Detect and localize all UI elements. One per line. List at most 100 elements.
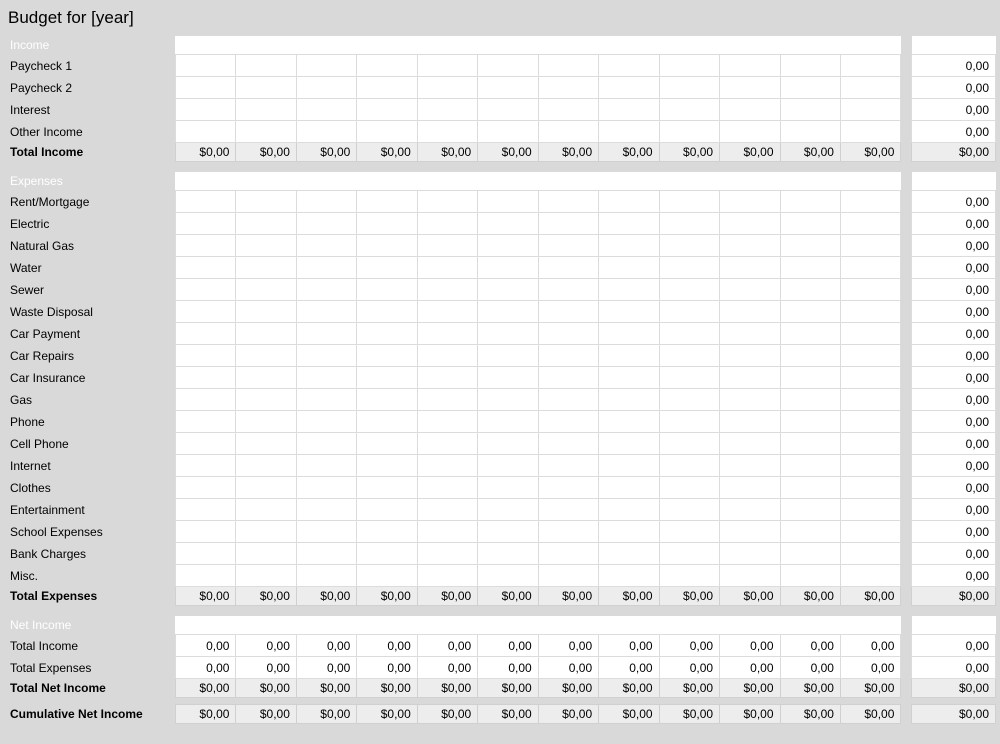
- cell[interactable]: [417, 389, 477, 411]
- cell[interactable]: [175, 191, 235, 213]
- cell[interactable]: [720, 77, 780, 99]
- cell[interactable]: [175, 301, 235, 323]
- cell[interactable]: [296, 121, 356, 143]
- cell[interactable]: [720, 345, 780, 367]
- cell[interactable]: [478, 77, 538, 99]
- cell[interactable]: [236, 455, 296, 477]
- cell[interactable]: [478, 213, 538, 235]
- cell[interactable]: [599, 279, 659, 301]
- cell[interactable]: [599, 521, 659, 543]
- cell[interactable]: [780, 455, 840, 477]
- cell[interactable]: [599, 565, 659, 587]
- cell[interactable]: [296, 301, 356, 323]
- cell[interactable]: [296, 235, 356, 257]
- cell[interactable]: [296, 77, 356, 99]
- cell[interactable]: [417, 323, 477, 345]
- cell[interactable]: [296, 257, 356, 279]
- cell[interactable]: [840, 257, 900, 279]
- cell[interactable]: [417, 367, 477, 389]
- cell[interactable]: [780, 543, 840, 565]
- cell[interactable]: [478, 499, 538, 521]
- cell[interactable]: [720, 521, 780, 543]
- cell[interactable]: [780, 213, 840, 235]
- cell[interactable]: [599, 455, 659, 477]
- cell[interactable]: [840, 235, 900, 257]
- cell[interactable]: [236, 521, 296, 543]
- cell[interactable]: [296, 367, 356, 389]
- cell[interactable]: [659, 367, 719, 389]
- cell[interactable]: [780, 345, 840, 367]
- cell[interactable]: [175, 213, 235, 235]
- cell[interactable]: [236, 55, 296, 77]
- cell[interactable]: [840, 433, 900, 455]
- cell[interactable]: [296, 477, 356, 499]
- cell[interactable]: [175, 455, 235, 477]
- cell[interactable]: [538, 433, 598, 455]
- cell[interactable]: [840, 565, 900, 587]
- cell[interactable]: [720, 121, 780, 143]
- cell[interactable]: [236, 99, 296, 121]
- cell[interactable]: [478, 301, 538, 323]
- cell[interactable]: [296, 543, 356, 565]
- cell[interactable]: [599, 121, 659, 143]
- cell[interactable]: [478, 565, 538, 587]
- cell[interactable]: [780, 257, 840, 279]
- cell[interactable]: [720, 99, 780, 121]
- cell[interactable]: [599, 191, 659, 213]
- cell[interactable]: [840, 499, 900, 521]
- cell[interactable]: [175, 55, 235, 77]
- cell[interactable]: [236, 235, 296, 257]
- cell[interactable]: [296, 433, 356, 455]
- cell[interactable]: [780, 565, 840, 587]
- cell[interactable]: [175, 235, 235, 257]
- cell[interactable]: [236, 433, 296, 455]
- cell[interactable]: [780, 433, 840, 455]
- cell[interactable]: [599, 257, 659, 279]
- cell[interactable]: [659, 389, 719, 411]
- cell[interactable]: [659, 499, 719, 521]
- cell[interactable]: [357, 55, 417, 77]
- cell[interactable]: [840, 99, 900, 121]
- cell[interactable]: [417, 565, 477, 587]
- cell[interactable]: [780, 121, 840, 143]
- cell[interactable]: [538, 77, 598, 99]
- cell[interactable]: [659, 345, 719, 367]
- cell[interactable]: [659, 279, 719, 301]
- cell[interactable]: [538, 543, 598, 565]
- cell[interactable]: [538, 191, 598, 213]
- cell[interactable]: [296, 55, 356, 77]
- cell[interactable]: [236, 367, 296, 389]
- cell[interactable]: [175, 77, 235, 99]
- cell[interactable]: [236, 565, 296, 587]
- cell[interactable]: [478, 455, 538, 477]
- cell[interactable]: [296, 499, 356, 521]
- cell[interactable]: [720, 257, 780, 279]
- cell[interactable]: [599, 213, 659, 235]
- cell[interactable]: [659, 323, 719, 345]
- cell[interactable]: [538, 345, 598, 367]
- cell[interactable]: [357, 191, 417, 213]
- cell[interactable]: [538, 411, 598, 433]
- cell[interactable]: [780, 191, 840, 213]
- cell[interactable]: [296, 345, 356, 367]
- cell[interactable]: [478, 279, 538, 301]
- cell[interactable]: [538, 279, 598, 301]
- cell[interactable]: [538, 213, 598, 235]
- cell[interactable]: [659, 99, 719, 121]
- cell[interactable]: [236, 499, 296, 521]
- cell[interactable]: [840, 121, 900, 143]
- cell[interactable]: [478, 191, 538, 213]
- cell[interactable]: [659, 477, 719, 499]
- cell[interactable]: [236, 121, 296, 143]
- cell[interactable]: [780, 301, 840, 323]
- cell[interactable]: [659, 521, 719, 543]
- cell[interactable]: [478, 235, 538, 257]
- cell[interactable]: [175, 565, 235, 587]
- cell[interactable]: [720, 55, 780, 77]
- cell[interactable]: [720, 477, 780, 499]
- cell[interactable]: [417, 301, 477, 323]
- cell[interactable]: [659, 455, 719, 477]
- cell[interactable]: [780, 323, 840, 345]
- cell[interactable]: [357, 433, 417, 455]
- cell[interactable]: [659, 213, 719, 235]
